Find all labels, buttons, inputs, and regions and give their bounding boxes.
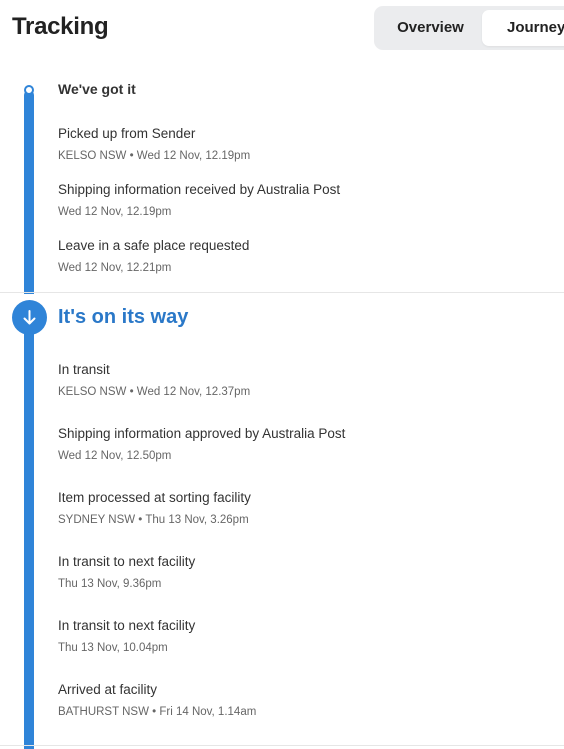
timeline-event: Arrived at facility BATHURST NSW • Fri 1… <box>58 681 256 720</box>
timeline-event: Item processed at sorting facility SYDNE… <box>58 489 251 528</box>
timeline-event: In transit to next facility Thu 13 Nov, … <box>58 553 195 592</box>
event-meta: Thu 13 Nov, 9.36pm <box>58 578 162 590</box>
section-divider <box>0 745 564 746</box>
event-title: In transit to next facility <box>58 554 196 569</box>
event-title: Picked up from Sender <box>58 126 196 141</box>
event-title: Leave in a safe place requested <box>58 238 250 253</box>
event-title: Item processed at sorting facility <box>58 490 251 505</box>
event-title: In transit <box>58 362 110 377</box>
timeline-start-dot <box>23 84 35 96</box>
event-title: In transit to next facility <box>58 618 196 633</box>
event-meta: SYDNEY NSW • Thu 13 Nov, 3.26pm <box>58 514 249 526</box>
event-meta: Wed 12 Nov, 12.50pm <box>58 450 172 462</box>
tab-overview[interactable]: Overview <box>378 10 483 46</box>
timeline-event: In transit to next facility Thu 13 Nov, … <box>58 617 195 656</box>
timeline-event: Shipping information approved by Austral… <box>58 425 345 464</box>
timeline-event: Picked up from Sender KELSO NSW • Wed 12… <box>58 125 250 164</box>
page-title: Tracking <box>12 13 109 40</box>
event-meta: KELSO NSW • Wed 12 Nov, 12.19pm <box>58 150 251 162</box>
event-meta: BATHURST NSW • Fri 14 Nov, 1.14am <box>58 706 257 718</box>
section-divider <box>0 292 564 293</box>
timeline-line <box>24 90 34 294</box>
event-title: Arrived at facility <box>58 682 158 697</box>
arrow-down-icon <box>12 300 47 335</box>
event-title: Shipping information approved by Austral… <box>58 426 346 441</box>
timeline-event: Shipping information received by Austral… <box>58 181 340 220</box>
section-title-got-it: We've got it <box>58 81 136 97</box>
event-title: Shipping information received by Austral… <box>58 182 341 197</box>
timeline-event: Leave in a safe place requested Wed 12 N… <box>58 237 249 276</box>
event-meta: KELSO NSW • Wed 12 Nov, 12.37pm <box>58 386 251 398</box>
event-meta: Thu 13 Nov, 10.04pm <box>58 642 168 654</box>
event-meta: Wed 12 Nov, 12.21pm <box>58 262 172 274</box>
section-title-on-its-way: It's on its way <box>58 306 189 328</box>
event-meta: Wed 12 Nov, 12.19pm <box>58 206 172 218</box>
timeline-line <box>24 318 34 749</box>
tab-journey[interactable]: Journey <box>482 10 564 46</box>
view-toggle: Overview Journey <box>374 6 564 50</box>
timeline-event: In transit KELSO NSW • Wed 12 Nov, 12.37… <box>58 361 250 400</box>
